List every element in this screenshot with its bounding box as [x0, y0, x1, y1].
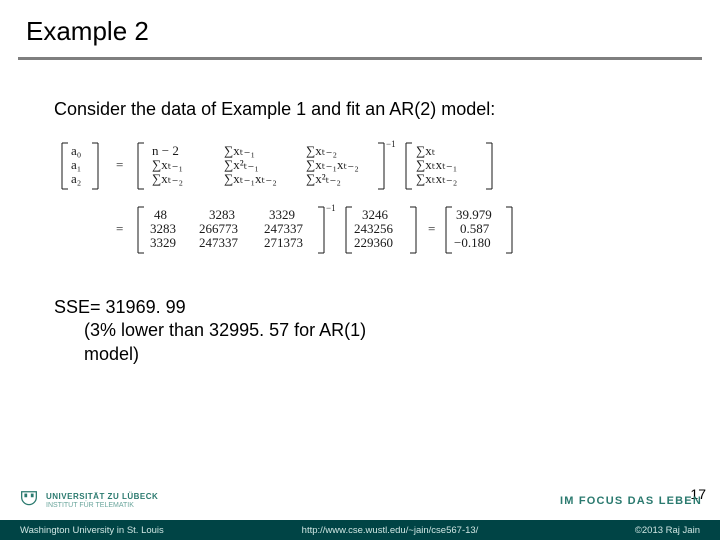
- lubeck-crest-icon: [18, 489, 40, 513]
- svg-text:∑xₜ₋₂: ∑xₜ₋₂: [306, 143, 337, 158]
- sse-sub-line1: (3% lower than 32995. 57 for AR(1): [54, 319, 666, 342]
- lubeck-text: UNIVERSITÄT ZU LÜBECK INSTITUT FÜR TELEM…: [46, 493, 158, 509]
- slide-title: Example 2: [26, 16, 694, 47]
- svg-text:3283: 3283: [150, 221, 176, 236]
- sse-line: SSE= 31969. 99: [54, 296, 666, 319]
- svg-text:∑x²ₜ₋₂: ∑x²ₜ₋₂: [306, 171, 341, 186]
- footer-center: http://www.cse.wustl.edu/~jain/cse567-13…: [200, 525, 580, 536]
- footer-right: ©2013 Raj Jain: [580, 525, 720, 536]
- eq-equals3: =: [428, 221, 435, 236]
- svg-text:∑xₜ₋₁xₜ₋₂: ∑xₜ₋₁xₜ₋₂: [224, 171, 277, 186]
- logo-row: UNIVERSITÄT ZU LÜBECK INSTITUT FÜR TELEM…: [0, 486, 720, 516]
- svg-text:247337: 247337: [264, 221, 304, 236]
- svg-text:n − 2: n − 2: [152, 143, 179, 158]
- svg-text:0.587: 0.587: [460, 221, 490, 236]
- title-area: Example 2: [0, 0, 720, 51]
- footer-left: Washington University in St. Louis: [0, 525, 200, 536]
- svg-text:48: 48: [154, 207, 167, 222]
- slide-body: Consider the data of Example 1 and fit a…: [0, 60, 720, 540]
- svg-text:−1: −1: [386, 139, 396, 149]
- footer-link[interactable]: http://www.cse.wustl.edu/~jain/cse567-13…: [302, 525, 479, 536]
- eq-equals1: =: [116, 157, 123, 172]
- svg-text:3246: 3246: [362, 207, 389, 222]
- slide: Example 2 Consider the data of Example 1…: [0, 0, 720, 540]
- svg-text:271373: 271373: [264, 235, 303, 250]
- footer-bar: Washington University in St. Louis http:…: [0, 520, 720, 540]
- svg-text:3329: 3329: [150, 235, 176, 250]
- svg-text:3283: 3283: [209, 207, 235, 222]
- svg-text:∑xₜ₋₂: ∑xₜ₋₂: [152, 171, 183, 186]
- svg-text:39.979: 39.979: [456, 207, 492, 222]
- equation-svg: a₀ a₁ a₂ = n − 2 ∑xₜ₋₁ ∑xₜ₋₂ ∑xₜ₋₁ ∑x²ₜ₋…: [54, 139, 614, 269]
- svg-text:266773: 266773: [199, 221, 238, 236]
- eq-equals2: =: [116, 221, 123, 236]
- svg-text:∑xₜ₋₁xₜ₋₂: ∑xₜ₋₁xₜ₋₂: [306, 157, 359, 172]
- sse-sub-line2: model): [54, 343, 666, 366]
- svg-text:∑xₜxₜ₋₂: ∑xₜxₜ₋₂: [416, 171, 457, 186]
- svg-text:∑x²ₜ₋₁: ∑x²ₜ₋₁: [224, 157, 259, 172]
- svg-text:229360: 229360: [354, 235, 393, 250]
- svg-text:247337: 247337: [199, 235, 239, 250]
- svg-text:∑xₜ₋₁: ∑xₜ₋₁: [152, 157, 183, 172]
- focus-tagline: IM FOCUS DAS LEBEN: [560, 495, 702, 507]
- svg-text:∑xₜ: ∑xₜ: [416, 143, 436, 158]
- sse-block: SSE= 31969. 99 (3% lower than 32995. 57 …: [54, 296, 666, 366]
- svg-text:∑xₜ₋₁: ∑xₜ₋₁: [224, 143, 255, 158]
- svg-text:−0.180: −0.180: [454, 235, 491, 250]
- eq-a2: a₂: [71, 171, 81, 186]
- eq-a1: a₁: [71, 157, 81, 172]
- svg-text:243256: 243256: [354, 221, 394, 236]
- svg-text:3329: 3329: [269, 207, 295, 222]
- lubeck-logo: UNIVERSITÄT ZU LÜBECK INSTITUT FÜR TELEM…: [18, 489, 158, 513]
- svg-text:∑xₜxₜ₋₁: ∑xₜxₜ₋₁: [416, 157, 457, 172]
- svg-text:−1: −1: [326, 203, 336, 213]
- eq-a0: a₀: [71, 143, 81, 158]
- intro-text: Consider the data of Example 1 and fit a…: [54, 98, 666, 121]
- equation-block: a₀ a₁ a₂ = n − 2 ∑xₜ₋₁ ∑xₜ₋₂ ∑xₜ₋₁ ∑x²ₜ₋…: [54, 139, 666, 275]
